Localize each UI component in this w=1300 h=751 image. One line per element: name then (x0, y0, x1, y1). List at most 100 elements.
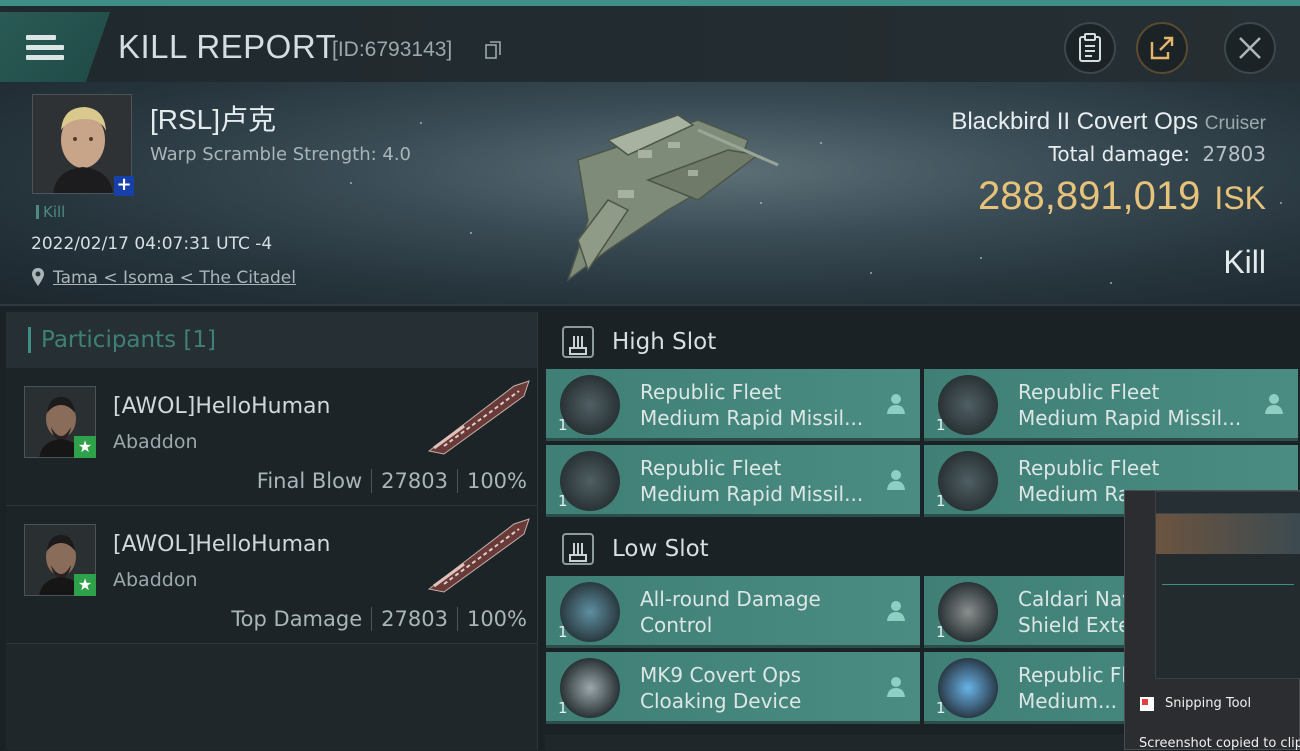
toast-app-name: Snipping Tool (1165, 696, 1252, 711)
user-icon[interactable] (886, 393, 906, 415)
total-damage-value: 27803 (1202, 142, 1266, 166)
module-item[interactable]: 1 All-round Damage Control (546, 576, 920, 648)
divider (456, 607, 458, 631)
module-quantity: 1 (936, 416, 946, 434)
participant-damage: 27803 (381, 607, 448, 631)
star-icon: ★ (74, 436, 96, 458)
module-name-line2: Medium Rapid Missil... (1018, 406, 1242, 430)
module-name: MK9 Covert Ops Cloaking Device (640, 662, 880, 714)
module-name-line1: Republic Fleet (640, 380, 782, 404)
snipping-tool-icon (1140, 697, 1154, 711)
divider (456, 469, 458, 493)
module-name: Republic Fleet Medium Rapid Missil... (640, 379, 880, 431)
menu-button[interactable] (0, 12, 110, 82)
shield-extender-icon (938, 582, 998, 642)
participants-panel: Participants [1] ★ [AWOL]HelloHuman Abad… (6, 312, 538, 750)
user-icon[interactable] (1264, 393, 1284, 415)
damage-control-icon (560, 582, 620, 642)
cloaking-device-icon (560, 658, 620, 718)
location-link[interactable]: Tama < Isoma < The Citadel (53, 268, 296, 288)
participant-row[interactable]: ★ [AWOL]HelloHuman Abaddon Top Damage 27… (6, 506, 537, 644)
close-button[interactable] (1224, 22, 1276, 74)
isk-unit: ISK (1214, 180, 1266, 216)
missile-upgrade-icon (938, 658, 998, 718)
participant-ship: Abaddon (113, 569, 198, 591)
participant-stats: Top Damage 27803 100% (231, 607, 527, 631)
module-item[interactable]: 1 MK9 Covert Ops Cloaking Device (546, 652, 920, 724)
ship-class: Cruiser (1204, 113, 1266, 134)
copy-icon[interactable] (485, 41, 501, 59)
module-name: Republic Fleet Medium Rapid Missil... (1018, 379, 1258, 431)
module-quantity: 1 (936, 492, 946, 510)
clipboard-icon (1079, 33, 1101, 62)
participant-row[interactable]: ★ [AWOL]HelloHuman Abaddon Final Blow 27… (6, 368, 537, 506)
low-slot-label: Low Slot (612, 536, 709, 562)
module-name: All-round Damage Control (640, 586, 880, 638)
isk-value: 288,891,019 ISK (978, 174, 1266, 219)
ship-icon[interactable] (424, 376, 534, 456)
hamburger-icon (26, 30, 64, 65)
module-name-line1: Republic Fleet (640, 456, 782, 480)
divider (371, 469, 373, 493)
module-quantity: 1 (558, 623, 568, 641)
kill-summary-banner: + [RSL]卢克 Warp Scramble Strength: 4.0 Ki… (0, 82, 1300, 306)
victim-name[interactable]: [RSL]卢克 (150, 98, 276, 138)
module-name-line1: Republic Fleet (1018, 456, 1160, 480)
low-slot-header: Low Slot (562, 529, 709, 569)
module-item[interactable]: 1 Republic Fleet Medium Rapid Missil... (546, 369, 920, 441)
high-slot-header: High Slot (562, 322, 716, 362)
kill-tag: Kill (36, 205, 65, 220)
module-quantity: 1 (936, 623, 946, 641)
divider (371, 607, 373, 631)
missile-launcher-icon (938, 451, 998, 511)
participant-name[interactable]: [AWOL]HelloHuman (113, 394, 330, 419)
participants-title: Participants [1] (41, 327, 216, 353)
module-name-line1: All-round Damage (640, 587, 821, 611)
missile-launcher-icon (560, 375, 620, 435)
ship-name-text: Blackbird II Covert Ops (951, 108, 1199, 135)
module-name: Republic Fleet Medium Rapid Missil... (640, 455, 880, 507)
share-icon (1150, 36, 1174, 60)
user-icon[interactable] (886, 600, 906, 622)
header-accent-bar (28, 327, 31, 353)
ship-render-icon (566, 114, 779, 283)
isk-amount: 288,891,019 (977, 174, 1201, 218)
module-quantity: 1 (558, 416, 568, 434)
user-icon[interactable] (886, 469, 906, 491)
next-slot-section (545, 735, 1125, 750)
report-id: [ID:6793143] (332, 38, 453, 61)
module-name-line2: Medium Rapid Missil... (640, 406, 864, 430)
module-item[interactable]: 1 Republic Fleet Medium Rapid Missil... (546, 445, 920, 517)
add-contact-button[interactable]: + (114, 176, 134, 196)
participant-percent: 100% (466, 607, 527, 631)
clipboard-button[interactable] (1064, 22, 1116, 74)
module-quantity: 1 (558, 699, 568, 717)
kill-datetime: 2022/02/17 04:07:31 UTC -4 (31, 234, 273, 254)
warp-scramble-strength: Warp Scramble Strength: 4.0 (150, 144, 412, 165)
total-damage-label: Total damage: (1048, 142, 1191, 166)
module-name-line2: Medium Rapid Missil... (640, 482, 864, 506)
module-name-line2: Cloaking Device (640, 689, 802, 713)
share-button[interactable] (1136, 22, 1188, 74)
close-icon (1239, 37, 1261, 59)
participant-stats: Final Blow 27803 100% (257, 469, 527, 493)
low-slot-icon (562, 533, 594, 565)
participant-ship: Abaddon (113, 431, 198, 453)
module-name-line1: Republic Fleet (1018, 380, 1160, 404)
ship-icon[interactable] (424, 514, 534, 594)
participant-role: Final Blow (256, 469, 363, 493)
user-icon[interactable] (886, 676, 906, 698)
high-slot-label: High Slot (612, 329, 717, 355)
snipping-tool-notification[interactable]: Snipping Tool Screenshot copied to clip (1124, 490, 1300, 751)
participant-damage: 27803 (381, 469, 448, 493)
missile-launcher-icon (938, 375, 998, 435)
participant-percent: 100% (466, 469, 527, 493)
screenshot-thumbnail[interactable] (1155, 491, 1300, 679)
location-pin-icon (32, 268, 44, 286)
participant-name[interactable]: [AWOL]HelloHuman (113, 532, 330, 557)
module-item[interactable]: 1 Republic Fleet Medium Rapid Missil... (924, 369, 1298, 441)
total-damage: Total damage: 27803 (1049, 142, 1266, 166)
missile-launcher-icon (560, 451, 620, 511)
ship-name[interactable]: Blackbird II Covert Ops Cruiser (951, 108, 1266, 136)
module-quantity: 1 (558, 492, 568, 510)
